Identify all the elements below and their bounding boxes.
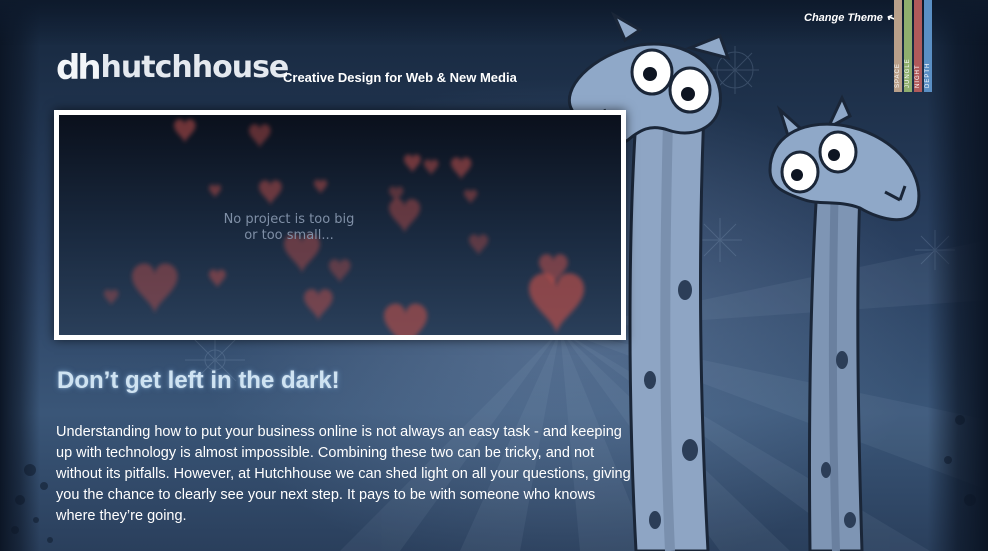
theme-option-label: JUNGLE [905,58,911,88]
giraffe-right [768,94,921,551]
page-background: dh hutchhouse Creative Design for Web & … [0,0,988,551]
theme-option-jungle[interactable]: JUNGLE [904,0,912,92]
theme-option-label: DEPTH [925,62,931,88]
change-theme-link[interactable]: Change Theme ↩ [804,9,899,27]
site-tagline: Creative Design for Web & New Media [283,70,517,85]
logo-mark: dh [56,48,102,88]
intro-text: Understanding how to put your business o… [56,422,636,527]
theme-option-night[interactable]: NIGHT [914,0,922,92]
logo-wordmark: hutchhouse [100,50,290,85]
banner-caption: No project is too big or too small... [59,212,575,244]
theme-option-label: SPACE [895,63,901,88]
theme-option-space[interactable]: SPACE [894,0,902,92]
banner-caption-line: or too small... [244,228,334,243]
change-theme-label: Change Theme [804,12,883,24]
banner-slide: No project is too big or too small... [59,115,621,335]
theme-switcher: SPACE JUNGLE NIGHT DEPTH [894,0,934,92]
page-headline: Don’t get left in the dark! [57,367,340,394]
site-logo[interactable]: dh hutchhouse [56,46,290,88]
theme-option-label: NIGHT [915,64,921,88]
feature-banner[interactable]: No project is too big or too small... [54,110,626,340]
banner-caption-line: No project is too big [223,212,355,227]
theme-option-depth[interactable]: DEPTH [924,0,932,92]
intro-paragraph: Understanding how to put your business o… [56,424,631,524]
